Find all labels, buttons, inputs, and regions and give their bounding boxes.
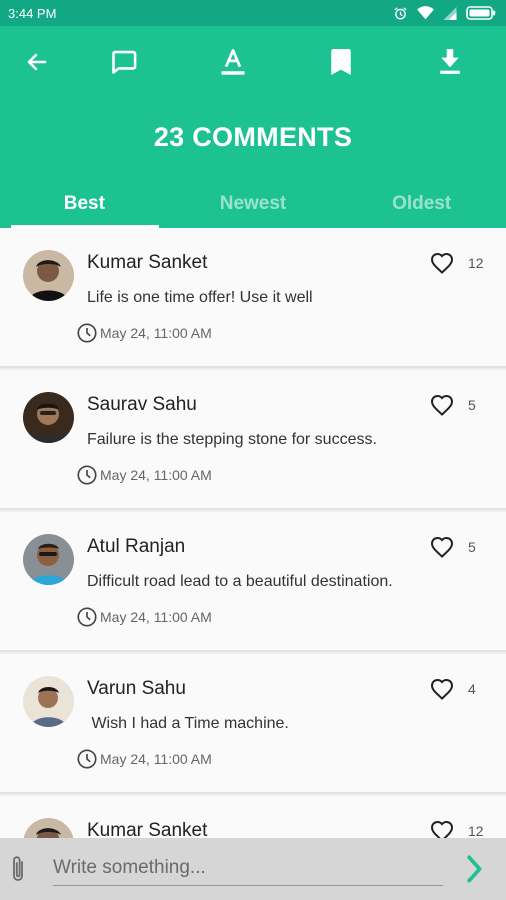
send-button[interactable] [460, 852, 490, 886]
tab-oldest[interactable]: Oldest [337, 180, 506, 228]
toolbar [0, 26, 506, 100]
like-button[interactable] [428, 534, 456, 560]
heart-icon [430, 394, 454, 416]
like-count: 5 [468, 397, 476, 413]
comment-text: Life is one time offer! Use it well [87, 289, 313, 306]
like-count: 12 [468, 255, 484, 271]
comment-button[interactable] [106, 44, 142, 80]
clock-icon [77, 323, 97, 343]
like-count: 5 [468, 539, 476, 555]
comment-text: Wish I had a Time machine. [87, 715, 289, 732]
clock-icon [77, 607, 97, 627]
tab-best[interactable]: Best [0, 180, 169, 228]
bookmark-button[interactable] [323, 44, 359, 80]
back-button[interactable] [19, 44, 55, 80]
clock-icon [77, 749, 97, 769]
heart-icon [430, 820, 454, 838]
status-icons [393, 6, 496, 21]
timestamp-text: May 24, 11:00 AM [100, 325, 212, 341]
battery-icon [466, 6, 496, 20]
tab-bar: Best Newest Oldest [0, 180, 506, 228]
comment-timestamp: May 24, 11:00 AM [76, 464, 212, 486]
tab-newest[interactable]: Newest [169, 180, 338, 228]
like-count: 12 [468, 823, 484, 838]
bookmark-icon [331, 49, 351, 75]
tab-label: Best [63, 193, 105, 214]
comment-card[interactable]: Kumar Sanket 12 [0, 796, 506, 838]
comment-timestamp: May 24, 11:00 AM [76, 606, 212, 628]
comment-card[interactable]: Varun Sahu Wish I had a Time machine. Ma… [0, 654, 506, 794]
paperclip-icon [13, 856, 23, 881]
timestamp-text: May 24, 11:00 AM [100, 751, 212, 767]
like-button[interactable] [428, 676, 456, 702]
like-button[interactable] [428, 250, 456, 276]
tab-label: Oldest [392, 193, 452, 214]
heart-icon [430, 252, 454, 274]
like-button[interactable] [428, 392, 456, 418]
comment-card[interactable]: Atul Ranjan Difficult road lead to a bea… [0, 512, 506, 652]
text-format-icon [221, 49, 245, 75]
comment-card[interactable]: Saurav Sahu Failure is the stepping ston… [0, 370, 506, 510]
chevron-right-icon [467, 855, 482, 883]
status-bar: 3:44 PM [0, 0, 506, 26]
comment-card[interactable]: Kumar Sanket Life is one time offer! Use… [0, 228, 506, 368]
timestamp-text: May 24, 11:00 AM [100, 467, 212, 483]
avatar [23, 250, 74, 301]
timestamp-text: May 24, 11:00 AM [100, 609, 212, 625]
like-button[interactable] [428, 818, 456, 838]
comments-list[interactable]: Kumar Sanket Life is one time offer! Use… [0, 228, 506, 838]
app-header: 23 COMMENTS Best Newest Oldest [0, 26, 506, 228]
comment-author: Saurav Sahu [87, 394, 197, 415]
back-arrow-icon [27, 53, 47, 71]
alarm-icon [394, 6, 407, 19]
clock-icon [77, 465, 97, 485]
comment-input-wrapper [53, 852, 443, 886]
comment-input[interactable] [53, 852, 443, 884]
attach-button[interactable] [5, 852, 31, 886]
comment-text: Difficult road lead to a beautiful desti… [87, 573, 393, 590]
comment-composer [0, 838, 506, 900]
like-count: 4 [468, 681, 476, 697]
comment-author: Kumar Sanket [87, 820, 208, 838]
comment-author: Atul Ranjan [87, 536, 186, 557]
tab-label: Newest [219, 193, 287, 214]
comment-timestamp: May 24, 11:00 AM [76, 748, 212, 770]
comment-timestamp: May 24, 11:00 AM [76, 322, 212, 344]
comment-text: Failure is the stepping stone for succes… [87, 431, 377, 448]
avatar [23, 534, 74, 585]
status-time: 3:44 PM [8, 5, 57, 21]
avatar [23, 818, 74, 838]
page-title: 23 COMMENTS [153, 122, 353, 152]
wifi-icon [417, 6, 434, 20]
download-button[interactable] [432, 44, 468, 80]
comment-author: Varun Sahu [87, 678, 186, 699]
heart-icon [430, 536, 454, 558]
avatar [23, 392, 74, 443]
text-format-button[interactable] [215, 44, 251, 80]
signal-icon [443, 6, 457, 20]
heart-icon [430, 678, 454, 700]
avatar [23, 676, 74, 727]
download-icon [440, 49, 460, 74]
comment-author: Kumar Sanket [87, 252, 208, 273]
comment-icon [112, 50, 137, 74]
